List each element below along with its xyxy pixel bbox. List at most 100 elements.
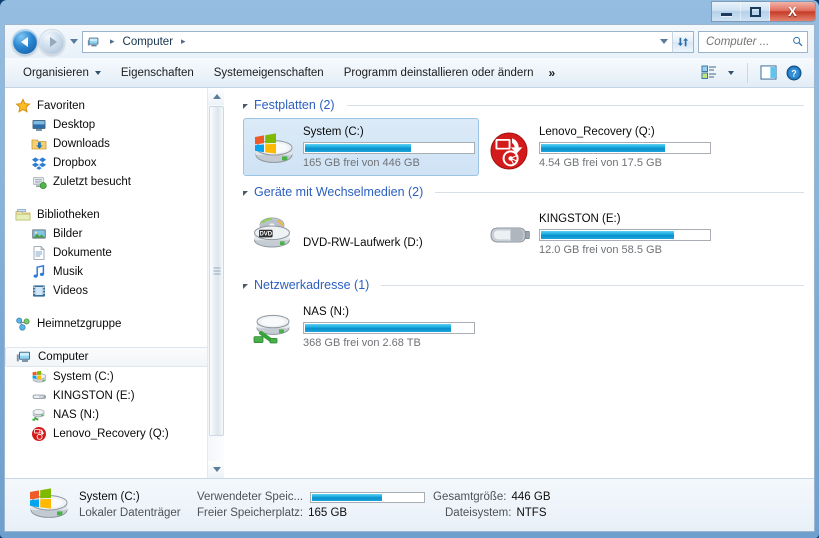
sidebar-item-lenovo-recovery-q[interactable]: Lenovo_Recovery (Q:) <box>5 424 224 443</box>
details-column-usage: Verwendeter Speic... Freier Speicherplat… <box>197 491 433 519</box>
sidebar-item-label: Dokumente <box>53 246 112 259</box>
sidebar-item-bibliotheken[interactable]: Bibliotheken <box>5 205 224 224</box>
sidebar-item-kingston-e[interactable]: KINGSTON (E:) <box>5 386 224 405</box>
usb-drive-icon <box>31 388 47 404</box>
sidebar-item-downloads[interactable]: Downloads <box>5 134 224 153</box>
toolbar-item-eigenschaften[interactable]: Eigenschaften <box>112 62 203 84</box>
view-options-dropdown[interactable] <box>723 62 739 84</box>
maximize-button[interactable] <box>741 2 770 21</box>
minimize-button[interactable] <box>712 2 741 21</box>
sidebar-item-zuletzt-besucht[interactable]: Zuletzt besucht <box>5 172 224 191</box>
history-dropdown-button[interactable] <box>69 39 79 44</box>
desktop-icon <box>31 117 47 133</box>
command-bar: Organisieren Eigenschaften Systemeigensc… <box>5 58 814 88</box>
group-rule <box>381 284 804 286</box>
details-used-label: Verwendeter Speic... <box>197 491 304 503</box>
sidebar-item-dropbox[interactable]: Dropbox <box>5 153 224 172</box>
sidebar-item-videos[interactable]: Videos <box>5 281 224 300</box>
navigation-list: Favoriten Desktop Downloads Dropbox Zule… <box>5 88 224 443</box>
content-pane[interactable]: Festplatten (2) System (C:) 165 GB frei … <box>225 88 814 478</box>
search-icon[interactable] <box>792 35 803 48</box>
sidebar-item-computer[interactable]: Computer <box>5 347 220 367</box>
details-usage-bar <box>310 491 426 503</box>
sidebar-item-label: Favoriten <box>37 99 85 112</box>
drive-tile-nas-n[interactable]: NAS (N:) 368 GB frei von 2.68 TB <box>243 298 479 356</box>
scroll-down-button[interactable] <box>208 461 224 478</box>
preview-pane-button[interactable] <box>756 62 780 84</box>
drive-tile-kingston-e[interactable]: KINGSTON (E:) 12.0 GB frei von 58.5 GB <box>479 205 715 269</box>
group-title: Geräte mit Wechselmedien (2) <box>254 185 424 199</box>
forward-button[interactable] <box>39 28 65 55</box>
group-title: Festplatten (2) <box>254 98 335 112</box>
toolbar-item-programm-deinstallieren[interactable]: Programm deinstallieren oder ändern <box>335 62 543 84</box>
group-header-wechselmedien[interactable]: Geräte mit Wechselmedien (2) <box>243 185 804 199</box>
drive-info: Lenovo_Recovery (Q:) 4.54 GB frei von 17… <box>539 125 711 169</box>
windows-drive-icon <box>252 131 294 169</box>
triangle-collapse-icon[interactable] <box>243 190 248 196</box>
group-title: Netzwerkadresse (1) <box>254 278 370 292</box>
sidebar-item-desktop[interactable]: Desktop <box>5 115 224 134</box>
sidebar-item-musik[interactable]: Musik <box>5 262 224 281</box>
details-used-line: Verwendeter Speic... <box>197 491 433 503</box>
details-fs-line: Dateisystem: NTFS <box>433 507 593 519</box>
drive-name: System (C:) <box>303 126 364 138</box>
capacity-bar <box>303 322 475 334</box>
drive-tile-dvd-rw-d[interactable]: DVD DVD-RW-Laufwerk (D:) <box>243 205 479 269</box>
search-box[interactable] <box>698 30 808 53</box>
triangle-collapse-icon[interactable] <box>243 283 248 289</box>
drive-tile-lenovo-recovery-q[interactable]: Lenovo_Recovery (Q:) 4.54 GB frei von 17… <box>479 118 715 176</box>
group-header-netzwerkadresse[interactable]: Netzwerkadresse (1) <box>243 278 804 292</box>
recovery-drive-icon <box>488 131 530 170</box>
search-input[interactable] <box>706 35 792 48</box>
toolbar-label: Organisieren <box>23 66 89 79</box>
help-button[interactable]: ? <box>782 62 806 84</box>
breadcrumb-separator-0: ▸ <box>110 36 115 46</box>
explorer-body: Favoriten Desktop Downloads Dropbox Zule… <box>5 88 814 478</box>
sidebar-item-bilder[interactable]: Bilder <box>5 224 224 243</box>
sidebar-item-label: Heimnetzgruppe <box>37 317 122 330</box>
drive-info: System (C:) 165 GB frei von 446 GB <box>303 125 475 169</box>
drive-tile-system-c[interactable]: System (C:) 165 GB frei von 446 GB <box>243 118 479 176</box>
drive-name: KINGSTON (E:) <box>539 213 621 225</box>
breadcrumb-separator-1[interactable]: ▸ <box>176 36 191 47</box>
group-header-festplatten[interactable]: Festplatten (2) <box>243 98 804 112</box>
scrollbar-thumb[interactable] <box>209 106 224 436</box>
sidebar-item-system-c[interactable]: System (C:) <box>5 367 224 386</box>
refresh-button[interactable] <box>672 30 694 53</box>
capacity-bar-fill <box>541 231 674 239</box>
toolbar-overflow-button[interactable]: » <box>545 61 565 85</box>
drive-name: NAS (N:) <box>303 306 349 318</box>
details-column-name: System (C:) Lokaler Datenträger <box>79 491 197 519</box>
drive-row-netzwerkadresse: NAS (N:) 368 GB frei von 2.68 TB <box>243 298 804 356</box>
address-bar-right <box>655 32 672 52</box>
details-total-label: Gesamtgröße: <box>433 491 507 503</box>
svg-text:DVD: DVD <box>259 232 272 238</box>
address-dropdown-button[interactable] <box>655 32 672 52</box>
details-free-label: Freier Speicherplatz: <box>197 507 304 519</box>
view-options-button[interactable] <box>697 62 721 84</box>
chevron-down-icon <box>728 70 734 75</box>
libraries-icon <box>15 207 31 223</box>
network-drive-icon <box>31 407 47 423</box>
videos-icon <box>31 283 47 299</box>
sidebar-item-heimnetzgruppe[interactable]: Heimnetzgruppe <box>5 314 224 333</box>
navigation-scrollbar[interactable] <box>207 88 224 478</box>
drive-capacity-text: 4.54 GB frei von 17.5 GB <box>539 157 662 169</box>
address-bar[interactable]: ▸ Computer ▸ <box>82 30 672 53</box>
sidebar-item-favoriten[interactable]: Favoriten <box>5 96 224 115</box>
sidebar-item-nas-n[interactable]: NAS (N:) <box>5 405 224 424</box>
breadcrumb-item-computer[interactable]: Computer <box>120 35 177 49</box>
navigation-pane: Favoriten Desktop Downloads Dropbox Zule… <box>5 88 225 478</box>
capacity-bar <box>303 142 475 154</box>
scroll-up-button[interactable] <box>208 88 224 105</box>
sidebar-item-dokumente[interactable]: Dokumente <box>5 243 224 262</box>
toolbar-item-systemeigenschaften[interactable]: Systemeigenschaften <box>205 62 333 84</box>
sidebar-item-label: Videos <box>53 284 88 297</box>
close-button[interactable]: X <box>770 2 815 21</box>
triangle-collapse-icon[interactable] <box>243 103 248 109</box>
minimize-icon <box>720 13 732 16</box>
sidebar-item-label: Dropbox <box>53 156 97 169</box>
group-rule <box>346 104 804 106</box>
toolbar-item-organisieren[interactable]: Organisieren <box>14 62 110 84</box>
back-button[interactable] <box>12 28 38 55</box>
